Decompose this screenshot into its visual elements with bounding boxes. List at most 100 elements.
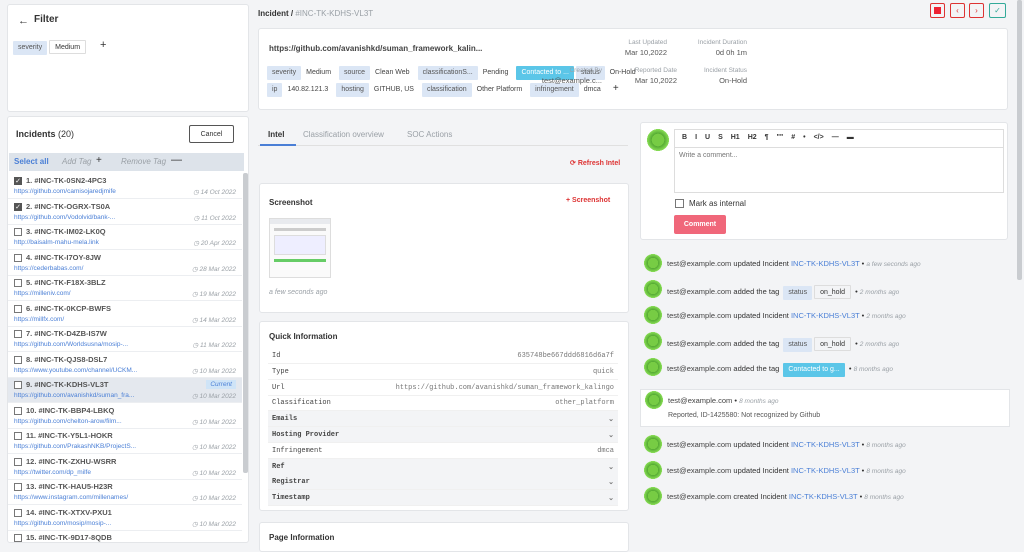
row-checkbox[interactable]	[14, 304, 22, 313]
toolbar-button[interactable]: S	[718, 134, 723, 141]
tab-intel[interactable]: Intel	[268, 130, 284, 139]
row-checkbox[interactable]	[14, 253, 22, 262]
quick-info-row[interactable]: Ref ⌄	[268, 458, 618, 475]
activity-target[interactable]: INC-TK-KDHS-VL3T	[791, 466, 860, 475]
incident-row[interactable]: 3. #INC-TK-IM02-LK0Q http://baisalm-mahu-…	[8, 225, 242, 250]
incident-row[interactable]: 4. #INC-TK-I7OY-8JW https://cederbabas.co…	[8, 251, 242, 276]
incident-url[interactable]: https://github.com/avanishkd/suman_frame…	[269, 44, 482, 53]
tag-key[interactable]: ip	[267, 83, 283, 97]
toolbar-button[interactable]: B	[682, 134, 687, 141]
remove-tag-button[interactable]: Remove Tag	[121, 157, 166, 166]
row-checkbox[interactable]	[14, 228, 22, 236]
row-checkbox[interactable]	[14, 483, 22, 491]
incident-url[interactable]: https://www.youtube.com/channel/UCKM...	[14, 367, 154, 374]
activity-user[interactable]: test@example.com	[667, 492, 731, 501]
incident-url[interactable]: https://www.instagram.com/millenames/	[14, 494, 154, 501]
toolbar-button[interactable]: —	[832, 134, 839, 141]
row-checkbox[interactable]	[14, 508, 22, 517]
prev-button[interactable]: ‹	[950, 3, 965, 18]
incident-url[interactable]: https://github.com/Vodolvid/bank-...	[14, 214, 154, 221]
incident-url[interactable]: https://github.com/PrakashNKB/ProjectS..…	[14, 443, 154, 450]
incident-url[interactable]: https://github.com/chelton-arow/film...	[14, 418, 154, 425]
toolbar-button[interactable]: H2	[748, 134, 757, 141]
comment-input[interactable]	[675, 148, 1003, 192]
scrollbar[interactable]	[243, 173, 248, 473]
comment-button[interactable]: Comment	[674, 215, 726, 234]
activity-target[interactable]: INC-TK-KDHS-VL3T	[791, 440, 860, 449]
incident-url[interactable]: https://cederbabas.com/	[14, 265, 154, 272]
add-filter-icon[interactable]: +	[100, 39, 106, 51]
toolbar-button[interactable]: ¶	[765, 134, 769, 141]
toolbar-button[interactable]: •	[803, 134, 805, 141]
incident-url[interactable]: https://millfx.com/	[14, 316, 154, 323]
incident-row[interactable]: 6. #INC-TK-0KCP-BWFS https://millfx.com/ ◷…	[8, 302, 242, 327]
row-checkbox[interactable]	[14, 457, 22, 466]
screenshot-button[interactable]: + Screenshot	[566, 197, 610, 204]
activity-user[interactable]: test@example.com	[667, 339, 731, 348]
stop-button[interactable]	[930, 3, 945, 18]
tag-key[interactable]: infringement	[530, 83, 579, 97]
toolbar-button[interactable]: ▬	[847, 134, 854, 141]
activity-user[interactable]: test@example.com	[667, 259, 731, 268]
incident-row[interactable]: ✓ 1. #INC-TK-0SN2-4PC3 https://github.com/…	[8, 174, 242, 199]
tag-key[interactable]: classificationS...	[417, 66, 478, 80]
toolbar-button[interactable]: #	[791, 134, 795, 141]
toolbar-button[interactable]: U	[705, 134, 710, 141]
incident-row[interactable]: 11. #INC-TK-Y5L1-HOKR https://github.com/…	[8, 429, 242, 454]
tag-key[interactable]: severity	[267, 66, 302, 80]
incident-row[interactable]: 9. #INC-TK-KDHS-VL3T https://github.com/a…	[8, 378, 242, 403]
incident-url[interactable]: https://github.com/Worldsusna/mosip-...	[14, 341, 154, 348]
refresh-intel-button[interactable]: ⟳ Refresh Intel	[570, 159, 620, 167]
activity-user[interactable]: test@example.com	[667, 287, 731, 296]
toolbar-button[interactable]: H1	[731, 134, 740, 141]
row-checkbox[interactable]	[14, 534, 22, 542]
row-checkbox[interactable]	[14, 330, 22, 338]
back-arrow-icon[interactable]: ←	[18, 15, 29, 27]
tag-key[interactable]: source	[339, 66, 371, 80]
tab-soc-actions[interactable]: SOC Actions	[407, 130, 452, 139]
incident-row[interactable]: 8. #INC-TK-QJS8-DSL7 https://www.youtube.…	[8, 353, 242, 378]
row-checkbox[interactable]: ✓	[14, 202, 22, 211]
row-checkbox[interactable]	[14, 355, 22, 364]
incident-row[interactable]: ✓ 2. #INC-TK-OGRX-TS0A https://github.com/…	[8, 200, 242, 225]
incident-url[interactable]: https://twitter.com/dp_milfe	[14, 469, 154, 476]
activity-user[interactable]: test@example.com	[667, 364, 731, 373]
incident-url[interactable]: https://milleniv.com/	[14, 290, 154, 297]
incident-row[interactable]: 13. #INC-TK-HAU5-H23R https://www.instagr…	[8, 480, 242, 505]
quick-info-row[interactable]: Registrar ⌄	[268, 474, 618, 491]
incident-row[interactable]: 5. #INC-TK-F18X-3BLZ https://milleniv.com…	[8, 276, 242, 301]
screenshot-thumbnail[interactable]	[269, 218, 331, 278]
activity-target[interactable]: INC-TK-KDHS-VL3T	[789, 492, 858, 501]
mark-internal-checkbox[interactable]	[675, 199, 684, 208]
row-checkbox[interactable]	[14, 279, 22, 287]
incident-url[interactable]: https://github.com/camisojaredjmife	[14, 188, 154, 195]
filter-chip[interactable]: severity Medium	[13, 40, 88, 55]
toolbar-button[interactable]: </>	[814, 134, 824, 141]
incident-row[interactable]: 10. #INC-TK-BBP4-LBKQ https://github.com/…	[8, 404, 242, 429]
activity-user[interactable]: test@example.com	[667, 466, 731, 475]
select-all-button[interactable]: Select all	[14, 157, 49, 166]
incident-row[interactable]: 12. #INC-TK-ZXHU-WSRR https://twitter.com…	[8, 455, 242, 480]
next-button[interactable]: ›	[969, 3, 984, 18]
cancel-button[interactable]: Cancel	[189, 125, 234, 143]
tag-key[interactable]: classification	[421, 83, 472, 97]
incident-url[interactable]: https://github.com/avanishkd/suman_fra..…	[14, 392, 154, 399]
activity-target[interactable]: INC-TK-KDHS-VL3T	[791, 259, 860, 268]
incident-row[interactable]: 7. #INC-TK-D4ZB-IS7W https://github.com/W…	[8, 327, 242, 352]
incident-row[interactable]: 15. #INC-TK-9D17-8QDB	[8, 531, 242, 542]
page-scrollbar[interactable]	[1017, 0, 1022, 280]
tab-classification-overview[interactable]: Classification overview	[303, 130, 384, 139]
activity-target[interactable]: INC-TK-KDHS-VL3T	[791, 311, 860, 320]
incident-url[interactable]: https://github.com/mosip/mosip-...	[14, 520, 154, 527]
remove-tag-icon[interactable]: —	[171, 154, 182, 166]
incident-row[interactable]: 14. #INC-TK-XTXV-PXU1 https://github.com/…	[8, 506, 242, 531]
row-checkbox[interactable]	[14, 432, 22, 440]
activity-user[interactable]: test@example.com	[667, 311, 731, 320]
toolbar-button[interactable]: ""	[777, 134, 784, 141]
row-checkbox[interactable]	[14, 406, 22, 415]
quick-info-row[interactable]: Hosting Provider ⌄	[268, 427, 618, 443]
row-checkbox[interactable]: ✓	[14, 177, 22, 185]
activity-user[interactable]: test@example.com	[668, 396, 732, 405]
add-tag-icon[interactable]: +	[96, 155, 102, 166]
quick-info-row[interactable]: Timestamp ⌄	[268, 490, 618, 507]
